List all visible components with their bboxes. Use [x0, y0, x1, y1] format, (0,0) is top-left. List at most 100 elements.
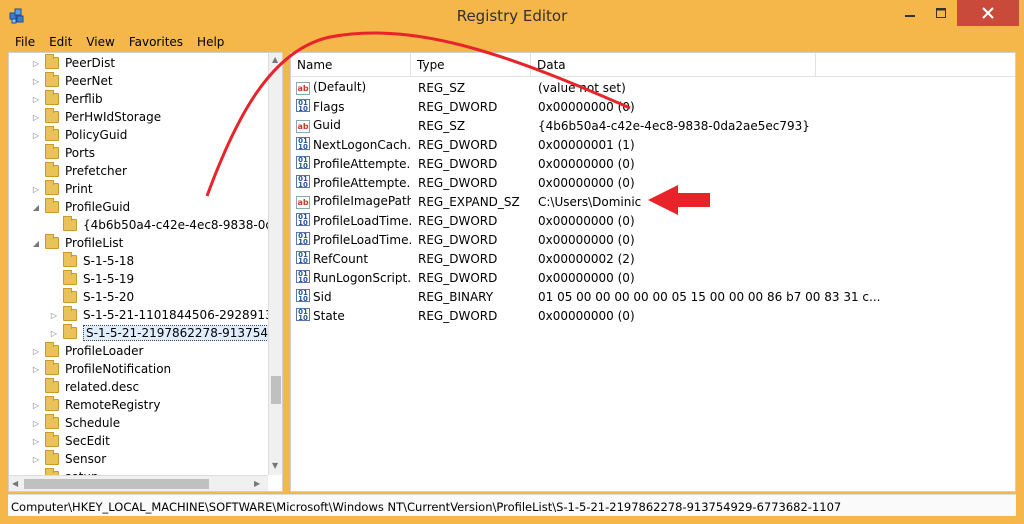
expand-arrow-icon[interactable]: ▷ — [31, 346, 41, 356]
values-list-pane[interactable]: Name Type Data ab (Default) REG_SZ (value n… — [290, 52, 1016, 492]
tree-item[interactable]: ▷ PolicyGuid — [31, 126, 127, 144]
tree-hscroll-thumb[interactable] — [24, 479, 209, 489]
tree-item[interactable]: Prefetcher — [31, 162, 127, 180]
folder-icon — [45, 180, 59, 195]
value-type: REG_DWORD — [418, 251, 498, 266]
tree-item-label: S-1-5-18 — [83, 254, 135, 268]
dword-value-icon: 01 10 — [296, 156, 310, 170]
value-data: (value not set) — [538, 80, 626, 95]
tree-item[interactable]: ▷ Schedule — [31, 414, 120, 432]
folder-icon — [45, 396, 59, 411]
value-name: Flags — [313, 100, 345, 114]
expand-arrow-icon[interactable]: ▷ — [31, 400, 41, 410]
tree-item-label: PolicyGuid — [65, 128, 128, 142]
scroll-up-icon[interactable]: ▲ — [272, 55, 278, 64]
tree-item[interactable]: ▷ ProfileLoader — [31, 342, 143, 360]
column-header-name[interactable]: Name — [291, 53, 411, 77]
column-header-type[interactable]: Type — [411, 53, 531, 77]
value-row[interactable]: ab Guid REG_SZ {4b6b50a4-c42e-4ec8-9838-0da… — [291, 116, 1011, 135]
tree-item[interactable]: ▷ ProfileNotification — [31, 360, 171, 378]
value-row[interactable]: 01 10 NextLogonCach... REG_DWORD 0x00000001 … — [291, 135, 1011, 154]
expand-arrow-icon[interactable]: ▷ — [31, 76, 41, 86]
tree-item[interactable]: ▷ S-1-5-21-1101844506-292891346-38 — [49, 306, 282, 324]
minimize-button[interactable] — [895, 0, 925, 26]
tree-vscroll-thumb[interactable] — [271, 376, 281, 404]
close-button[interactable] — [957, 0, 1019, 26]
value-row[interactable]: 01 10 ProfileAttempte... REG_DWORD 0x0000000… — [291, 154, 1011, 173]
value-row[interactable]: ab ProfileImagePath REG_EXPAND_SZ C:\Users\… — [291, 192, 1011, 211]
value-row[interactable]: 01 10 RunLogonScript... REG_DWORD 0x00000000… — [291, 268, 1011, 287]
expand-arrow-icon[interactable]: ▷ — [49, 328, 59, 338]
tree-item[interactable]: ▷ PeerNet — [31, 72, 113, 90]
value-row[interactable]: 01 10 ProfileLoadTime... REG_DWORD 0x0000000… — [291, 211, 1011, 230]
expand-arrow-icon[interactable]: ▷ — [31, 112, 41, 122]
tree-vertical-scrollbar[interactable]: ▲ ▼ — [268, 53, 282, 475]
value-type: REG_DWORD — [418, 308, 498, 323]
tree-item-label: S-1-5-20 — [83, 290, 135, 304]
tree-item-label: Schedule — [65, 416, 121, 430]
tree-item[interactable]: ▷ SecEdit — [31, 432, 110, 450]
value-row[interactable]: 01 10 RefCount REG_DWORD 0x00000002 (2) — [291, 249, 1011, 268]
tree-item[interactable]: ▷ PerHwIdStorage — [31, 108, 161, 126]
tree-item[interactable]: Ports — [31, 144, 95, 162]
maximize-button[interactable] — [926, 0, 956, 26]
tree-horizontal-scrollbar[interactable]: ◀ ▶ — [9, 475, 268, 491]
value-name: NextLogonCach... — [313, 138, 411, 152]
expand-arrow-icon[interactable]: ◢ — [31, 238, 41, 248]
value-row[interactable]: 01 10 Sid REG_BINARY 01 05 00 00 00 00 00 05… — [291, 287, 1011, 306]
menu-view[interactable]: View — [79, 35, 121, 49]
expand-arrow-icon[interactable]: ▷ — [31, 364, 41, 374]
menu-help[interactable]: Help — [190, 35, 231, 49]
column-header-data[interactable]: Data — [531, 53, 816, 77]
close-icon — [982, 7, 994, 19]
value-type: REG_DWORD — [418, 232, 498, 247]
tree-item[interactable]: ▷ RemoteRegistry — [31, 396, 160, 414]
value-row[interactable]: 01 10 State REG_DWORD 0x00000000 (0) — [291, 306, 1011, 325]
key-tree-pane[interactable]: ▷ PeerDist ▷ PeerNet ▷ Perflib ▷ PerHwIdStorage… — [8, 52, 283, 492]
value-row[interactable]: 01 10 Flags REG_DWORD 0x00000000 (0) — [291, 97, 1011, 116]
value-row[interactable]: 01 10 ProfileAttempte... REG_DWORD 0x0000000… — [291, 173, 1011, 192]
scroll-right-icon[interactable]: ▶ — [254, 479, 260, 488]
value-row[interactable]: ab (Default) REG_SZ (value not set) — [291, 78, 1011, 97]
tree-item[interactable]: {4b6b50a4-c42e-4ec8-9838-0da2ae — [49, 216, 283, 234]
tree-item[interactable]: ◢ ProfileList — [31, 234, 123, 252]
expand-arrow-icon[interactable]: ▷ — [31, 184, 41, 194]
scroll-down-icon[interactable]: ▼ — [272, 461, 278, 470]
folder-icon — [45, 342, 59, 357]
value-row[interactable]: 01 10 ProfileLoadTime... REG_DWORD 0x0000000… — [291, 230, 1011, 249]
menu-favorites[interactable]: Favorites — [122, 35, 190, 49]
status-bar-path: Computer\HKEY_LOCAL_MACHINE\SOFTWARE\Mic… — [8, 494, 1016, 516]
tree-item[interactable]: S-1-5-20 — [49, 288, 134, 306]
expand-arrow-icon[interactable]: ▷ — [31, 418, 41, 428]
expand-arrow-icon[interactable]: ▷ — [31, 94, 41, 104]
folder-icon — [45, 144, 59, 159]
tree-item-label: Prefetcher — [65, 164, 127, 178]
tree-item[interactable]: related.desc — [31, 378, 139, 396]
scroll-left-icon[interactable]: ◀ — [12, 479, 18, 488]
value-name: ProfileLoadTime... — [313, 233, 411, 247]
value-type: REG_SZ — [418, 118, 466, 133]
folder-icon — [45, 54, 59, 69]
expand-arrow-icon[interactable]: ▷ — [31, 58, 41, 68]
tree-item-label: {4b6b50a4-c42e-4ec8-9838-0da2ae — [83, 218, 283, 232]
tree-item[interactable]: S-1-5-19 — [49, 270, 134, 288]
tree-item[interactable]: ▷ Perflib — [31, 90, 103, 108]
value-data: 0x00000000 (0) — [538, 308, 635, 323]
expand-arrow-icon[interactable]: ◢ — [31, 202, 41, 212]
value-type: REG_DWORD — [418, 137, 498, 152]
menu-file[interactable]: File — [8, 35, 42, 49]
tree-item[interactable]: ▷ Sensor — [31, 450, 106, 468]
tree-item[interactable]: ◢ ProfileGuid — [31, 198, 130, 216]
tree-item[interactable]: ▷ S-1-5-21-2197862278-913754929-67 — [49, 324, 282, 342]
value-name: RunLogonScript... — [313, 271, 411, 285]
value-name: (Default) — [313, 80, 367, 94]
expand-arrow-icon[interactable]: ▷ — [49, 310, 59, 320]
no-expander — [31, 148, 41, 158]
tree-item[interactable]: ▷ Print — [31, 180, 93, 198]
menu-edit[interactable]: Edit — [42, 35, 79, 49]
tree-item[interactable]: ▷ PeerDist — [31, 54, 115, 72]
expand-arrow-icon[interactable]: ▷ — [31, 454, 41, 464]
expand-arrow-icon[interactable]: ▷ — [31, 130, 41, 140]
expand-arrow-icon[interactable]: ▷ — [31, 436, 41, 446]
tree-item[interactable]: S-1-5-18 — [49, 252, 134, 270]
